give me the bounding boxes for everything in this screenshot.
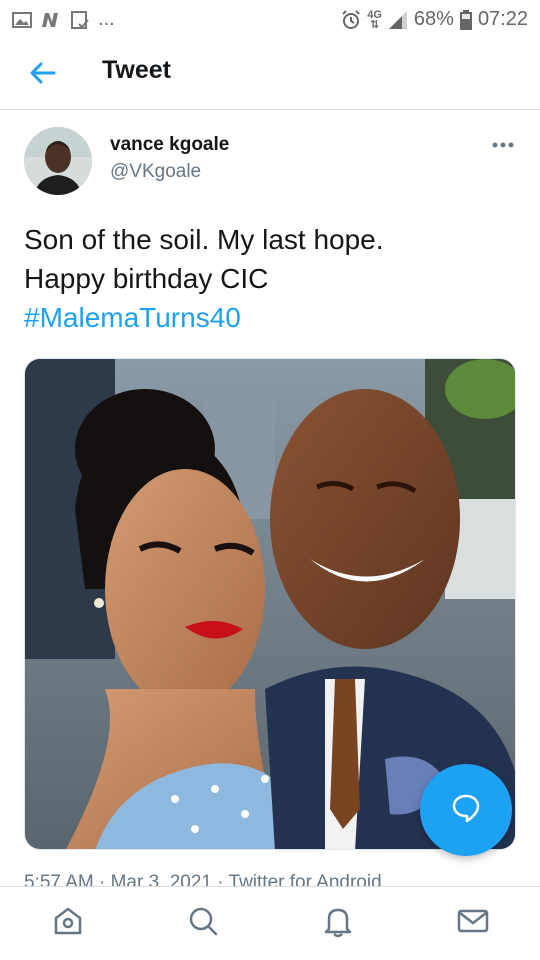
hashtag-link[interactable]: #MalemaTurns40 xyxy=(24,298,514,337)
search-icon xyxy=(186,904,220,943)
gallery-icon xyxy=(12,11,32,29)
status-bar-notifications: ... xyxy=(12,8,115,31)
reply-bubble-icon xyxy=(450,792,482,829)
network-type-label: 4G ⇅ xyxy=(367,8,382,31)
back-button[interactable] xyxy=(26,58,60,92)
author-handle[interactable]: @VKgoale xyxy=(110,161,201,183)
more-horizontal-icon xyxy=(492,135,514,153)
signal-icon xyxy=(388,10,408,30)
author-name[interactable]: vance kgoale xyxy=(110,134,229,156)
compose-reply-button[interactable] xyxy=(420,764,512,856)
download-done-icon xyxy=(70,10,90,30)
tweet-meta: 5:57 AM · Mar 3, 2021 · Twitter for Andr… xyxy=(24,872,382,886)
network-type: 4G xyxy=(367,8,382,21)
messages-icon xyxy=(456,904,490,943)
alarm-icon xyxy=(341,9,361,30)
status-bar: ... 4G ⇅ 68% 07:22 xyxy=(0,0,540,38)
battery-percent: 68% xyxy=(413,8,454,30)
app-header: Tweet xyxy=(0,38,540,110)
clock: 07:22 xyxy=(477,8,528,30)
battery-icon xyxy=(459,9,472,30)
tweet-text-line: Son of the soil. My last hope. xyxy=(24,224,384,255)
tweet-text: Son of the soil. My last hope. Happy bir… xyxy=(24,220,514,337)
arrow-left-icon xyxy=(30,62,56,89)
notifications-icon xyxy=(321,904,355,943)
avatar[interactable] xyxy=(24,127,92,195)
status-bar-system: 4G ⇅ 68% 07:22 xyxy=(341,8,528,31)
nav-notifications[interactable] xyxy=(308,894,368,954)
news-app-icon xyxy=(40,11,62,29)
tweet-text-line: Happy birthday CIC xyxy=(24,263,269,294)
more-options-button[interactable] xyxy=(490,134,516,154)
nav-search[interactable] xyxy=(173,894,233,954)
home-icon xyxy=(51,904,85,943)
page-title: Tweet xyxy=(102,56,171,84)
more-notifications-indicator: ... xyxy=(98,8,115,30)
nav-messages[interactable] xyxy=(443,894,503,954)
nav-home[interactable] xyxy=(38,894,98,954)
bottom-nav xyxy=(0,886,540,960)
